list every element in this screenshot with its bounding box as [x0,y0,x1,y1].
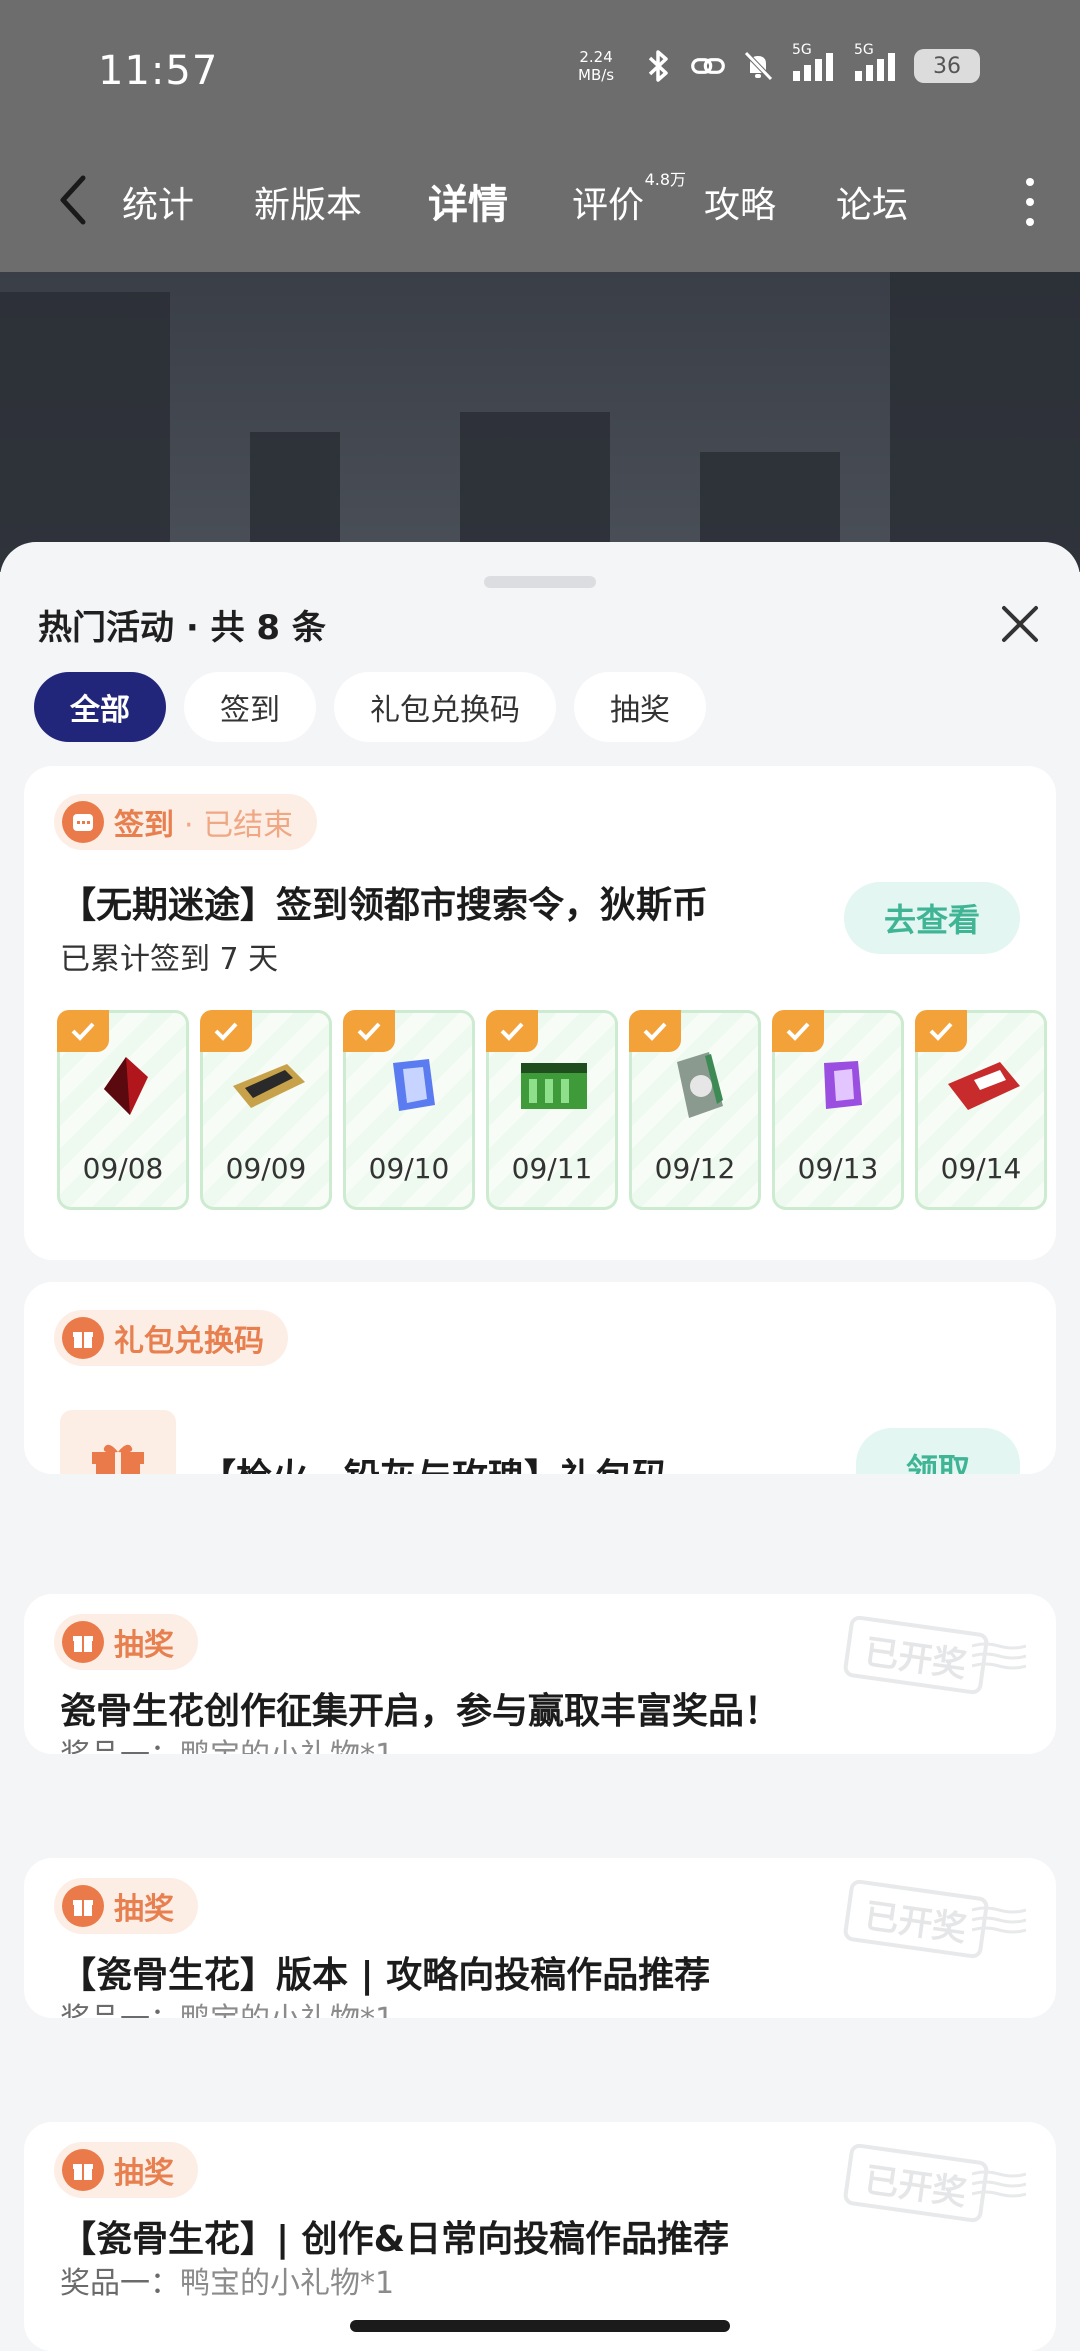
activity-tag: 礼包兑换码 [54,1310,288,1366]
gold-ticket-icon [229,1051,309,1121]
checkin-count: 已累计签到 7 天 [60,942,279,977]
lottery-activity-card[interactable]: 抽奖 【瓷骨生花】| 创作&日常向投稿作品推荐 奖品一：鸭宝的小礼物*1 已开奖 [24,2122,1056,2351]
dot [1026,198,1034,206]
review-count-badge: 4.8万 [644,170,687,189]
checkin-day: 09/10 [343,1010,475,1210]
red-pass-icon [944,1051,1024,1121]
signal-5g-icon: 5G [852,42,900,84]
tab-forum[interactable]: 论坛 [836,176,908,228]
check-icon [343,1010,395,1052]
calendar-icon [62,801,104,843]
close-button[interactable] [998,602,1042,646]
gift-box-icon [60,1410,176,1474]
drawn-stamp: 已开奖 [842,2142,1026,2224]
status-time: 11:57 [98,48,219,94]
claim-button[interactable]: 领取 [855,1428,1020,1474]
chip-gift-code[interactable]: 礼包兑换码 [334,672,556,742]
chip-all[interactable]: 全部 [34,672,166,742]
prize-text: 奖品一：鸭宝的小礼物*1 [60,2266,395,2301]
view-button[interactable]: 去查看 [843,882,1020,954]
check-icon [200,1010,252,1052]
bluetooth-icon [640,48,676,84]
tab-guides[interactable]: 攻略 [704,176,776,228]
more-options-button[interactable] [1018,178,1042,226]
mute-bell-icon [740,48,776,84]
gift-icon [62,2149,104,2191]
tab-stats[interactable]: 统计 [122,176,194,228]
checkin-day: 09/13 [772,1010,904,1210]
dot [1026,218,1034,226]
activity-tag: 抽奖 [54,1614,198,1670]
building-shape [0,292,170,572]
activity-tag: 签到 · 已结束 [54,794,318,850]
gift-icon [62,1621,104,1663]
lottery-activity-card[interactable]: 抽奖 瓷骨生花创作征集开启，参与赢取丰富奖品！ 奖品一：鸭宝的小礼物*1 已开奖 [24,1594,1056,1754]
check-icon [629,1010,681,1052]
sheet-title: 热门活动 · 共 8 条 [38,608,326,648]
check-icon [915,1010,967,1052]
battery-icon: 36 [914,49,980,83]
checkin-day: 09/14 [915,1010,1047,1210]
activity-tag: 抽奖 [54,2142,198,2198]
close-icon [1002,606,1038,642]
signal-5g-icon: 5G [790,42,838,84]
home-indicator[interactable] [350,2320,730,2332]
green-crate-icon [515,1051,595,1121]
purple-crystal-icon [801,1051,881,1121]
nav-bar: 统计 新版本 详情 评价 4.8万 攻略 论坛 [0,150,1080,250]
activity-title: 【瓷骨生花】| 创作&日常向投稿作品推荐 [60,2219,730,2260]
drawn-stamp: 已开奖 [842,1614,1026,1696]
stamp-wave-lines [972,1906,1026,1934]
gift-icon [62,1885,104,1927]
back-button[interactable] [48,172,96,228]
building-shape [890,272,1080,572]
check-icon [57,1010,109,1052]
chevron-left-icon [60,175,86,225]
checkin-day: 09/11 [486,1010,618,1210]
check-icon [772,1010,824,1052]
checkin-day: 09/12 [629,1010,761,1210]
top-area: 11:57 2.24 MB/s 5G 5G 36 统计 新版本 详情 评价 4.… [0,0,1080,272]
drawn-stamp: 已开奖 [842,1878,1026,1960]
data-card-icon [658,1051,738,1121]
checkin-days: 09/08 09/09 09/10 09/11 09/12 09/13 09/1… [57,1010,1047,1210]
link-icon [690,48,726,84]
checkin-day: 09/09 [200,1010,332,1210]
checkin-day: 09/08 [57,1010,189,1210]
chip-lottery[interactable]: 抽奖 [574,672,706,742]
status-bar: 11:57 2.24 MB/s 5G 5G 36 [0,0,1080,140]
hot-activities-sheet: 热门活动 · 共 8 条 全部 签到 礼包兑换码 抽奖 签到 · 已结束 【无期… [0,542,1080,2351]
status-icons: 5G 5G 36 [640,42,980,84]
tab-new-version[interactable]: 新版本 [254,176,362,228]
red-crystal-icon [86,1051,166,1121]
giftcode-activity-card[interactable]: 礼包兑换码 【枪火、铅灰与玫瑰】礼包码 领取 [24,1282,1056,1474]
blue-crystal-icon [372,1051,452,1121]
activity-title: 瓷骨生花创作征集开启，参与赢取丰富奖品！ [60,1691,781,1732]
activity-title: 【枪火、铅灰与玫瑰】礼包码 [200,1448,668,1474]
tab-reviews[interactable]: 评价 4.8万 [572,170,686,228]
chip-checkin[interactable]: 签到 [184,672,316,742]
activity-status: · 已结束 [184,808,294,843]
dot [1026,178,1034,186]
game-banner-image [0,272,1080,572]
activity-tag: 抽奖 [54,1878,198,1934]
tab-details[interactable]: 详情 [424,172,512,230]
lottery-activity-card[interactable]: 抽奖 【瓷骨生花】版本 | 攻略向投稿作品推荐 奖品一：鸭宝的小礼物*1 已开奖 [24,1858,1056,2018]
sheet-drag-handle[interactable] [484,576,596,588]
stamp-wave-lines [972,1642,1026,1670]
filter-chips: 全部 签到 礼包兑换码 抽奖 [34,672,706,742]
stamp-wave-lines [972,2170,1026,2198]
network-speed: 2.24 MB/s [578,48,615,84]
checkin-activity-card[interactable]: 签到 · 已结束 【无期迷途】签到领都市搜索令，狄斯币 已累计签到 7 天 去查… [24,766,1056,1260]
check-icon [486,1010,538,1052]
prize-text: 奖品一：鸭宝的小礼物*1 [60,1994,394,2018]
prize-text: 奖品一：鸭宝的小礼物*1 [60,1730,394,1754]
activity-title: 【瓷骨生花】版本 | 攻略向投稿作品推荐 [60,1955,711,1996]
gift-icon [62,1317,104,1359]
activity-title: 【无期迷途】签到领都市搜索令，狄斯币 [60,885,709,926]
